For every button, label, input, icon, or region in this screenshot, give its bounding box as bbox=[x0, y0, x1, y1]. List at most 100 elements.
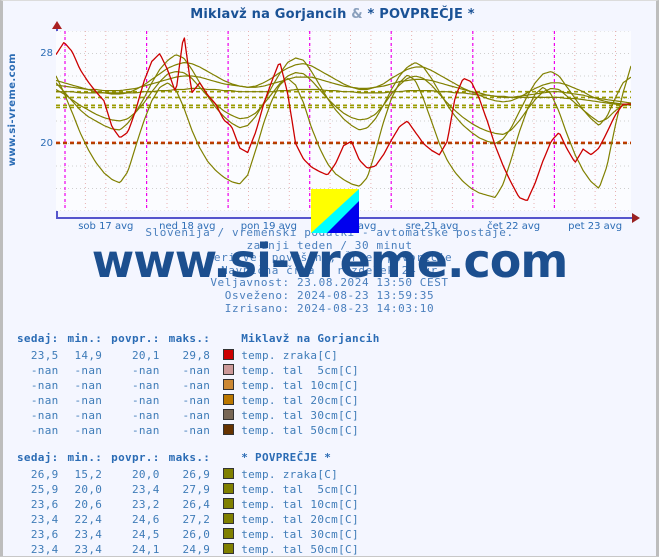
series-label: temp. tal 50cm[C] bbox=[241, 424, 359, 437]
table-column-header: maks.: bbox=[168, 332, 211, 345]
cell-min: 14,9 bbox=[74, 349, 103, 362]
cell-min: -nan bbox=[74, 394, 103, 407]
legend-swatch-icon bbox=[223, 543, 235, 554]
plot-area bbox=[56, 31, 631, 211]
series-label: temp. tal 50cm[C] bbox=[241, 543, 359, 556]
cell-min: 22,4 bbox=[74, 513, 103, 526]
table-header-row: sedaj: min.: povpr.: maks.: Miklavž na Gorja… bbox=[17, 331, 389, 348]
table-station-header: * POVPREČJE * bbox=[241, 451, 332, 464]
page-title-ampersand: & bbox=[351, 7, 363, 22]
stats-table: sedaj: min.: povpr.: maks.: Miklavž na Gorja… bbox=[17, 331, 389, 438]
cell-max: 27,2 bbox=[182, 513, 211, 526]
cell-avg: 24,6 bbox=[131, 513, 160, 526]
cell-max: -nan bbox=[182, 394, 211, 407]
cell-avg: -nan bbox=[131, 409, 160, 422]
cell-min: -nan bbox=[74, 379, 103, 392]
table-row: 23,6 23,4 24,5 26,0 temp. tal 30cm[C] bbox=[17, 527, 368, 542]
series-label: temp. tal 5cm[C] bbox=[241, 364, 359, 377]
cell-max: -nan bbox=[182, 424, 211, 437]
cell-max: 26,4 bbox=[182, 498, 211, 511]
cell-avg: -nan bbox=[131, 379, 160, 392]
table-row: 23,6 20,6 23,2 26,4 temp. tal 10cm[C] bbox=[17, 497, 368, 512]
footer-refreshed: Osveženo: 2024-08-23 13:59:35 bbox=[224, 288, 435, 302]
series-label-cell: temp. tal 5cm[C] bbox=[219, 363, 388, 378]
series-label-cell: temp. tal 30cm[C] bbox=[219, 408, 388, 423]
table-row: -nan -nan -nan -nan temp. tal 50cm[C] bbox=[17, 423, 389, 438]
cell-max: -nan bbox=[182, 409, 211, 422]
cell-avg: 24,1 bbox=[131, 543, 160, 556]
y-axis-tick-label: 28 bbox=[40, 47, 53, 59]
series-label: temp. tal 30cm[C] bbox=[241, 409, 359, 422]
footer-line-3: Meritve: površina, Črte: povprečje bbox=[206, 251, 453, 265]
table-separator bbox=[3, 438, 659, 450]
legend-swatch-icon bbox=[223, 424, 235, 435]
y-axis-arrow-icon bbox=[52, 21, 62, 29]
series-label: temp. tal 20cm[C] bbox=[241, 513, 359, 526]
cell-now: 23,6 bbox=[30, 528, 59, 541]
page-title-average: * POVPREČJE * bbox=[367, 7, 475, 22]
table-row: -nan -nan -nan -nan temp. tal 5cm[C] bbox=[17, 363, 389, 378]
table-header-row: sedaj: min.: povpr.: maks.: * POVPREČJE * bbox=[17, 450, 368, 467]
cell-min: 23,4 bbox=[74, 528, 103, 541]
footer-drawn: Izrisano: 2024-08-23 14:03:10 bbox=[224, 301, 435, 315]
cell-now: 23,4 bbox=[30, 543, 59, 556]
legend-swatch-icon bbox=[223, 498, 235, 509]
table-column-header: sedaj: bbox=[17, 451, 59, 464]
chart-svg bbox=[56, 31, 631, 211]
cell-now: 25,9 bbox=[30, 483, 59, 496]
series-label: temp. tal 20cm[C] bbox=[241, 394, 359, 407]
cell-now: 23,5 bbox=[30, 349, 59, 362]
cell-max: -nan bbox=[182, 364, 211, 377]
cell-avg: 20,1 bbox=[131, 349, 160, 362]
series-label-cell: temp. tal 50cm[C] bbox=[219, 542, 368, 557]
legend-swatch-icon bbox=[223, 513, 235, 524]
cell-now: 23,4 bbox=[30, 513, 59, 526]
cell-now: -nan bbox=[30, 379, 59, 392]
table-row: 25,9 20,0 23,4 27,9 temp. tal 5cm[C] bbox=[17, 482, 368, 497]
series-label-cell: temp. tal 5cm[C] bbox=[219, 482, 368, 497]
legend-swatch-icon bbox=[223, 483, 235, 494]
series-label-cell: temp. tal 30cm[C] bbox=[219, 527, 368, 542]
series-label-cell: temp. tal 20cm[C] bbox=[219, 393, 388, 408]
cell-avg: -nan bbox=[131, 424, 160, 437]
table-row: -nan -nan -nan -nan temp. tal 10cm[C] bbox=[17, 378, 389, 393]
series-label: temp. tal 10cm[C] bbox=[241, 379, 359, 392]
cell-now: -nan bbox=[30, 409, 59, 422]
table-column-header: povpr.: bbox=[111, 451, 160, 464]
cell-avg: -nan bbox=[131, 394, 160, 407]
series-label-cell: temp. tal 10cm[C] bbox=[219, 497, 368, 512]
cell-min: -nan bbox=[74, 364, 103, 377]
si-vreme-chart-page: Miklavž na Gorjancih & * POVPREČJE * www… bbox=[0, 0, 659, 556]
legend-swatch-icon bbox=[223, 394, 235, 405]
cell-avg: 23,4 bbox=[131, 483, 160, 496]
series-label: temp. tal 10cm[C] bbox=[241, 498, 359, 511]
legend-swatch-icon bbox=[223, 364, 235, 375]
cell-min: 15,2 bbox=[74, 468, 103, 481]
vertical-watermark: www.si-vreme.com bbox=[7, 53, 18, 167]
table-row: 26,9 15,2 20,0 26,9 temp. zraka[C] bbox=[17, 467, 368, 482]
table-column-header: min.: bbox=[67, 332, 103, 345]
cell-now: 26,9 bbox=[30, 468, 59, 481]
cell-max: 29,8 bbox=[182, 349, 211, 362]
series-label-cell: temp. tal 10cm[C] bbox=[219, 378, 388, 393]
cell-min: 20,6 bbox=[74, 498, 103, 511]
table-column-header: min.: bbox=[67, 451, 103, 464]
cell-min: 20,0 bbox=[74, 483, 103, 496]
series-label-cell: temp. tal 50cm[C] bbox=[219, 423, 388, 438]
cell-min: 23,4 bbox=[74, 543, 103, 556]
series-label: temp. zraka[C] bbox=[241, 349, 339, 362]
footer-text: Slovenija / vremenski podatki - avtomats… bbox=[3, 226, 656, 315]
cell-avg: 20,0 bbox=[131, 468, 160, 481]
cell-avg: -nan bbox=[131, 364, 160, 377]
legend-swatch-icon bbox=[223, 379, 235, 390]
cell-now: -nan bbox=[30, 394, 59, 407]
y-axis-ticks: 20 28 bbox=[21, 31, 53, 211]
series-label: temp. tal 30cm[C] bbox=[241, 528, 359, 541]
legend-swatch-icon bbox=[223, 409, 235, 420]
table-column-header: povpr.: bbox=[111, 332, 160, 345]
y-axis-tick-label: 20 bbox=[40, 137, 53, 149]
series-label: temp. zraka[C] bbox=[241, 468, 339, 481]
cell-max: 26,9 bbox=[182, 468, 211, 481]
chart-container: Miklavž na Gorjancih & * POVPREČJE * www… bbox=[3, 1, 659, 233]
cell-max: 27,9 bbox=[182, 483, 211, 496]
